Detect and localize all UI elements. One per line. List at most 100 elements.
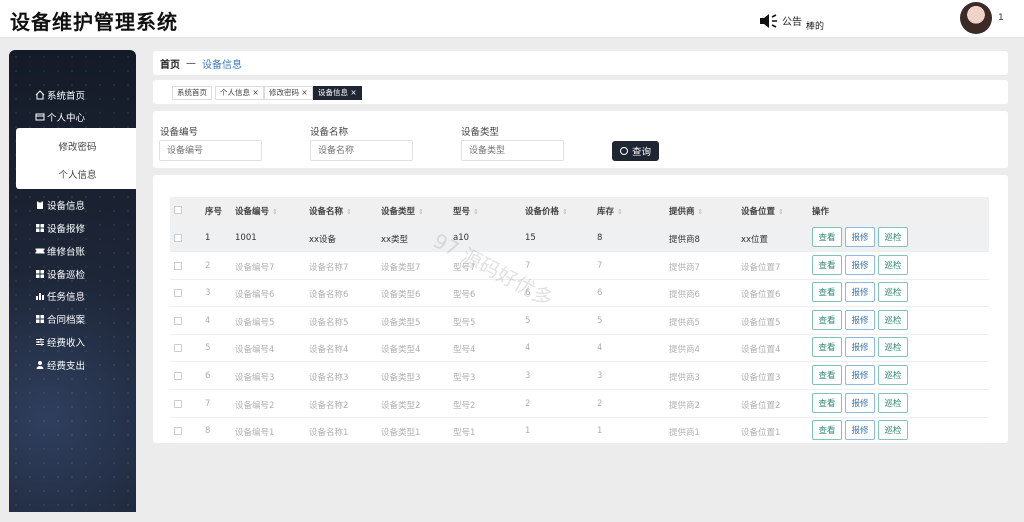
column-header[interactable]: 设备编号 ⇕ (235, 205, 278, 217)
inspect-button[interactable]: 巡检 (878, 420, 908, 441)
sidebar-item-repair-ledger[interactable]: 维修台账 (9, 242, 136, 260)
table-row[interactable]: 5 设备编号4 设备名称4 设备类型4 型号4 4 4 提供商4 设备位置4 查看 报修 巡检 (170, 334, 989, 363)
notice-label[interactable]: 公告 (782, 13, 802, 28)
table-row[interactable]: 1 1001 xx设备 xx类型 a10 15 8 提供商8 xx位置 查看 报修 巡检 (170, 224, 989, 252)
table-cell: 3 (205, 288, 211, 299)
device-name-label: 设备名称 (310, 127, 349, 138)
column-header[interactable]: 型号 ⇕ (453, 205, 479, 217)
device-type-input[interactable] (461, 140, 564, 161)
view-button[interactable]: 查看 (812, 282, 842, 303)
table-row[interactable]: 8 设备编号1 设备名称1 设备类型1 型号1 1 1 提供商1 设备位置1 查看 报修 巡检 (170, 417, 989, 446)
sidebar-item-personal-center[interactable]: 个人中心 (9, 108, 136, 126)
view-button[interactable]: 查看 (812, 309, 842, 330)
table-cell: 设备位置3 (741, 373, 781, 383)
repair-button[interactable]: 报修 (845, 420, 875, 441)
table-cell: 设备名称5 (309, 317, 349, 328)
sidebar-item-label: 维修台账 (47, 247, 86, 258)
sort-icon[interactable]: ⇕ (778, 208, 784, 216)
speaker-icon (760, 13, 777, 28)
notice-area[interactable]: 公告 棒的 (758, 9, 824, 32)
inspect-button[interactable]: 巡检 (878, 365, 908, 385)
sidebar-item-label: 经费支出 (47, 361, 86, 372)
tag-change-password[interactable]: 修改密码 × (264, 86, 313, 100)
row-checkbox[interactable] (174, 261, 182, 270)
repair-button[interactable]: 报修 (845, 337, 875, 358)
submenu-item-personal-info[interactable]: 个人信息 (16, 167, 136, 181)
view-button[interactable]: 查看 (812, 365, 842, 385)
device-code-input[interactable] (159, 140, 262, 161)
inspect-button[interactable]: 巡检 (878, 392, 908, 413)
top-header: 设备维护管理系统 公告 棒的 1 (0, 0, 1024, 38)
table-cell: 7 (205, 398, 211, 409)
tag-device-info[interactable]: 设备信息 × (313, 86, 362, 100)
inspect-button[interactable]: 巡检 (878, 309, 908, 330)
sidebar-item-device-repair[interactable]: 设备报修 (9, 219, 136, 237)
tag-home[interactable]: 系统首页 (172, 86, 212, 100)
query-button[interactable]: 查询 (612, 141, 659, 161)
tag-personal-info[interactable]: 个人信息 × (215, 86, 264, 100)
table-cell: 7 (597, 260, 603, 271)
table-cell: 型号6 (453, 290, 476, 301)
view-button[interactable]: 查看 (812, 337, 842, 358)
sidebar-item-label: 设备信息 (47, 201, 86, 212)
repair-button[interactable]: 报修 (845, 282, 875, 303)
device-name-input[interactable] (310, 140, 413, 161)
table-row[interactable]: 3 设备编号6 设备名称6 设备类型6 型号6 6 6 提供商6 设备位置6 查看 报修 巡检 (170, 279, 989, 308)
sidebar-item-device-info[interactable]: 设备信息 (9, 196, 136, 214)
table-row[interactable]: 7 设备编号2 设备名称2 设备类型2 型号2 2 2 提供商2 设备位置2 查看 报修 巡检 (170, 390, 989, 418)
sort-icon[interactable]: ⇕ (473, 208, 479, 216)
column-header[interactable]: 提供商 ⇕ (669, 205, 703, 217)
sidebar-item-task-info[interactable]: 任务信息 (9, 287, 136, 305)
column-header: 序号 (205, 207, 223, 217)
table-cell: 提供商4 (669, 345, 700, 356)
sidebar-item-home[interactable]: 系统首页 (9, 86, 136, 104)
breadcrumb-current: 设备信息 (202, 59, 242, 71)
avatar[interactable] (960, 2, 992, 34)
sort-icon[interactable]: ⇕ (698, 208, 704, 216)
table-row[interactable]: 4 设备编号5 设备名称5 设备类型5 型号5 5 5 提供商5 设备位置5 查看 报修 巡检 (170, 307, 989, 335)
column-header[interactable]: 设备位置 ⇕ (741, 205, 784, 217)
inspect-button[interactable]: 巡检 (878, 337, 908, 358)
column-header[interactable]: 库存 ⇕ (597, 205, 623, 217)
view-button[interactable]: 查看 (812, 420, 842, 441)
sort-icon[interactable]: ⇕ (562, 208, 568, 216)
sidebar-item-funding-expense[interactable]: 经费支出 (9, 356, 136, 374)
repair-button[interactable]: 报修 (845, 365, 875, 385)
sort-icon[interactable]: ⇕ (617, 208, 623, 216)
column-header[interactable]: 设备名称 ⇕ (309, 205, 352, 217)
row-checkbox[interactable] (174, 399, 182, 408)
row-checkbox[interactable] (174, 344, 182, 353)
inspect-button[interactable]: 巡检 (878, 282, 908, 303)
inspect-button[interactable]: 巡检 (878, 254, 908, 275)
sidebar-item-funding-income[interactable]: 经费收入 (9, 333, 136, 351)
row-checkbox[interactable] (174, 427, 182, 436)
repair-button[interactable]: 报修 (845, 392, 875, 413)
table-row[interactable]: 2 设备编号7 设备名称7 设备类型7 型号7 7 7 提供商7 设备位置7 查看 报修 巡检 (170, 252, 989, 280)
column-header[interactable]: 设备价格 ⇕ (525, 205, 568, 217)
inspect-button[interactable]: 巡检 (878, 227, 908, 247)
sidebar-item-device-inspection[interactable]: 设备巡检 (9, 265, 136, 283)
view-button[interactable]: 查看 (812, 392, 842, 413)
grid-icon (35, 223, 45, 233)
submenu-item-change-password[interactable]: 修改密码 (16, 139, 136, 153)
sidebar-item-contract-archive[interactable]: 合同档案 (9, 310, 136, 328)
view-button[interactable]: 查看 (812, 254, 842, 275)
view-button[interactable]: 查看 (812, 227, 842, 247)
row-checkbox[interactable] (174, 316, 182, 325)
repair-button[interactable]: 报修 (845, 227, 875, 247)
table-row[interactable]: 6 设备编号3 设备名称3 设备类型3 型号3 3 3 提供商3 设备位置3 查看 报修 巡检 (170, 362, 989, 390)
row-checkbox[interactable] (174, 372, 182, 380)
row-checkbox[interactable] (174, 289, 182, 298)
row-checkbox[interactable] (174, 234, 182, 242)
table-cell: 5 (597, 315, 603, 326)
sort-icon[interactable]: ⇕ (418, 208, 424, 216)
sort-icon[interactable]: ⇕ (272, 208, 278, 216)
select-all-checkbox[interactable] (174, 206, 182, 214)
table-cell: 设备位置7 (741, 262, 781, 273)
table-cell: 7 (525, 260, 531, 271)
sort-icon[interactable]: ⇕ (346, 208, 352, 216)
column-header[interactable]: 设备类型 ⇕ (381, 205, 424, 217)
repair-button[interactable]: 报修 (845, 309, 875, 330)
repair-button[interactable]: 报修 (845, 254, 875, 275)
breadcrumb-home[interactable]: 首页 (160, 56, 180, 71)
